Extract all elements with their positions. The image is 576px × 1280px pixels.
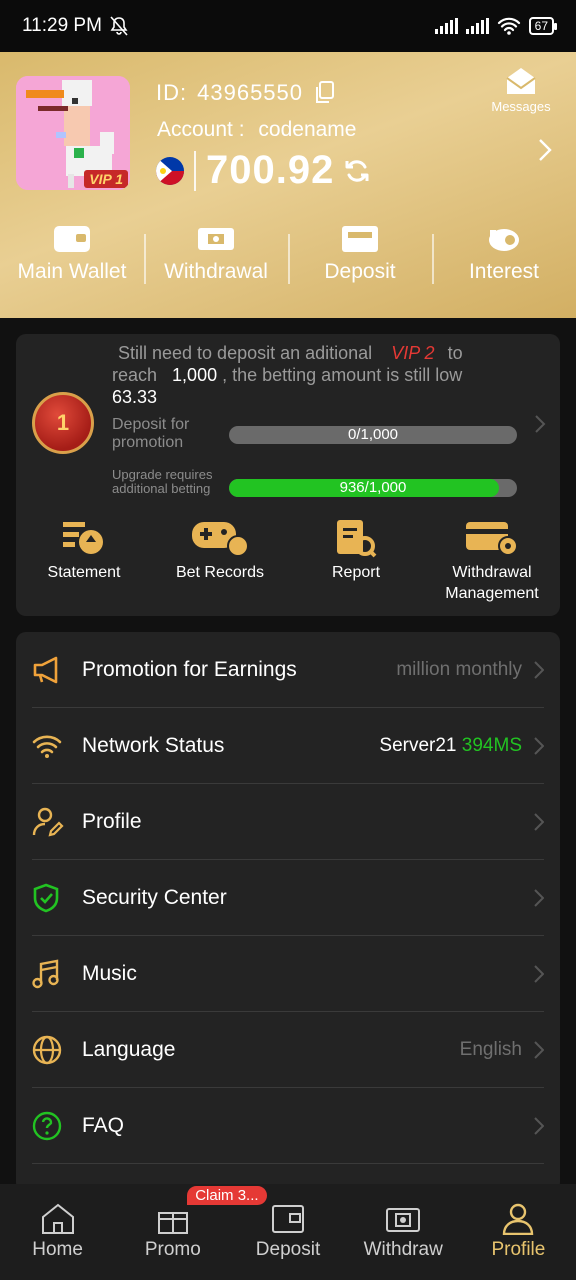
vip-tag: VIP 1 (84, 170, 128, 188)
signal-icon (434, 18, 458, 34)
account-header: VIP 1 ID: 43965550 Account : codename 70… (0, 52, 576, 318)
envelope-icon (506, 68, 536, 94)
wifi-icon (32, 735, 62, 758)
messages-label: Messages (491, 99, 551, 114)
refresh-icon[interactable] (344, 158, 370, 184)
menu-language[interactable]: Language English (32, 1012, 544, 1088)
piggy-bank-icon (489, 229, 519, 251)
philippines-flag-icon (156, 156, 184, 185)
vip-upgrade-text: Still need to deposit an aditional VIP 2… (112, 343, 463, 407)
chevron-right-icon (534, 1040, 544, 1059)
menu-promotion-earnings[interactable]: Promotion for Earnings million monthly (32, 632, 544, 708)
megaphone-icon (33, 656, 58, 683)
interest-button[interactable]: Interest (432, 224, 576, 300)
next-vip-level: VIP 2 (391, 343, 435, 363)
balance-row: 700.92 (156, 148, 370, 193)
wallet-actions: Main Wallet Withdrawal Deposit Interest (0, 224, 576, 300)
card-settings-icon (466, 522, 518, 556)
latency-value: 394MS (461, 734, 522, 756)
main-wallet-button[interactable]: Main Wallet (0, 224, 144, 300)
statement-button[interactable]: Statement (16, 518, 152, 604)
signal-icon (465, 18, 489, 34)
status-time: 11:29 PM (22, 15, 102, 36)
chevron-right-icon[interactable] (538, 138, 552, 162)
shield-check-icon (33, 883, 59, 912)
user-edit-icon (32, 807, 64, 837)
globe-icon (32, 1035, 62, 1064)
deposit-progress-label: Deposit for promotion (112, 416, 190, 451)
balance-amount: 700.92 (206, 148, 335, 192)
withdrawal-management-button[interactable]: Withdrawal Management (424, 518, 560, 604)
settings-list: Promotion for Earnings million monthly N… (16, 632, 560, 1192)
nav-withdraw[interactable]: Withdraw (346, 1184, 461, 1280)
account-value: codename (258, 118, 357, 141)
wallet-icon (54, 226, 90, 252)
id-label: ID: (156, 80, 188, 105)
chevron-right-icon (534, 812, 544, 831)
wifi-status-icon (497, 17, 520, 35)
bottom-navigation: Home Claim 3... Promo Deposit Withdraw P… (0, 1184, 576, 1280)
home-icon (41, 1203, 74, 1234)
bell-off-icon (110, 16, 128, 36)
bet-records-button[interactable]: Bet Records (152, 518, 288, 604)
battery-icon: 67 (528, 17, 558, 35)
avatar[interactable]: VIP 1 (16, 76, 130, 190)
menu-profile[interactable]: Profile (32, 784, 544, 860)
chevron-right-icon (534, 964, 544, 983)
report-button[interactable]: Report (288, 518, 424, 604)
id-value: 43965550 (197, 80, 304, 105)
account-label: Account : (157, 118, 245, 141)
deposit-icon (272, 1205, 304, 1233)
copy-icon[interactable] (313, 81, 335, 105)
gamepad-icon (192, 522, 249, 557)
chevron-right-icon (534, 736, 544, 755)
menu-music[interactable]: Music (32, 936, 544, 1012)
withdrawal-icon (198, 228, 234, 250)
withdrawal-button[interactable]: Withdrawal (144, 224, 288, 300)
nav-profile[interactable]: Profile (461, 1184, 576, 1280)
account-row: Account : codename (157, 118, 356, 142)
deposit-progress-bar: 0/1,000 (229, 426, 517, 444)
quick-actions: Statement Bet Records Report Withdrawal … (16, 518, 560, 604)
betting-progress-bar: 936/1,000 (229, 479, 517, 497)
nav-promo[interactable]: Claim 3... Promo (115, 1184, 267, 1280)
menu-network-status[interactable]: Network Status Server21 394MS (32, 708, 544, 784)
gift-icon (157, 1212, 188, 1234)
chevron-right-icon[interactable] (534, 414, 546, 434)
nav-deposit[interactable]: Deposit (230, 1184, 345, 1280)
profile-icon (503, 1203, 534, 1235)
chevron-right-icon (534, 1116, 544, 1135)
betting-progress-label: Upgrade requires additional betting (112, 467, 213, 496)
vip-level-badge: 1 (32, 392, 94, 454)
menu-security-center[interactable]: Security Center (32, 860, 544, 936)
vip-card: Still need to deposit an aditional VIP 2… (16, 334, 560, 616)
chevron-right-icon (534, 660, 544, 679)
status-bar: 11:29 PM 67 (0, 0, 576, 52)
music-icon (32, 959, 59, 988)
menu-faq[interactable]: FAQ (32, 1088, 544, 1164)
nav-home[interactable]: Home (0, 1184, 115, 1280)
chevron-right-icon (534, 888, 544, 907)
report-icon (337, 520, 377, 558)
deposit-icon (342, 226, 378, 252)
user-id-row: ID: 43965550 (156, 80, 335, 106)
deposit-button[interactable]: Deposit (288, 224, 432, 300)
question-icon (32, 1111, 62, 1140)
withdraw-icon (386, 1208, 421, 1232)
messages-button[interactable]: Messages (488, 66, 554, 114)
statement-icon (63, 522, 103, 554)
